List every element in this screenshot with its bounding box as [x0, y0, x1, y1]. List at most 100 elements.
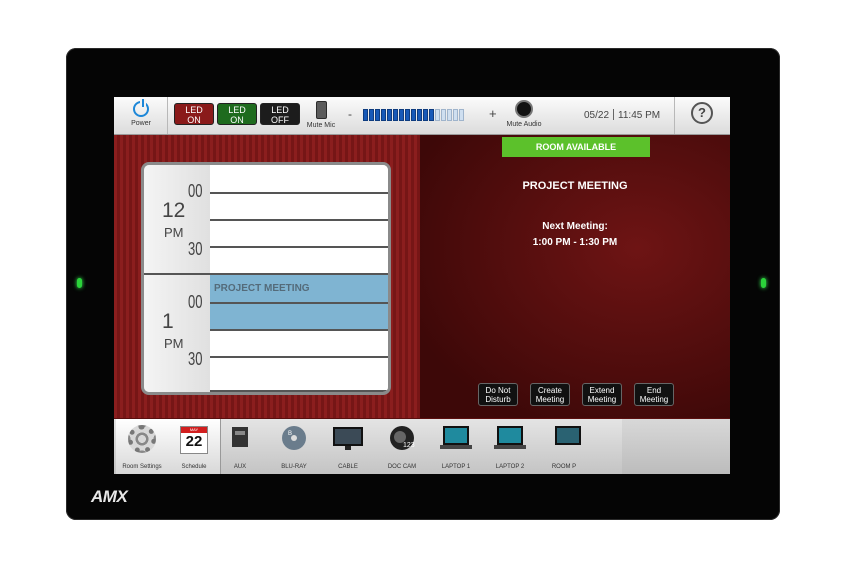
minute-label: 30 — [188, 238, 203, 259]
meeting-block-label: PROJECT MEETING — [214, 283, 310, 294]
help-button[interactable]: ? — [691, 102, 713, 124]
volume-segment — [411, 109, 416, 121]
meeting-block[interactable] — [210, 304, 388, 331]
mute-mic-button[interactable]: Mute Mic — [306, 99, 336, 129]
extend-meeting-button[interactable]: Extend Meeting — [582, 383, 622, 406]
volume-bar[interactable] — [363, 109, 464, 121]
volume-segment — [441, 109, 446, 121]
ampm-label: PM — [164, 225, 184, 240]
led-btn-line2: OFF — [271, 115, 289, 125]
volume-segment — [417, 109, 422, 121]
ampm-label: PM — [164, 336, 184, 351]
mute-audio-label: Mute Audio — [506, 121, 542, 128]
hour-label: 12 — [162, 199, 186, 222]
mute-audio-button[interactable]: Mute Audio — [504, 99, 544, 128]
time-text: 11:45 PM — [618, 110, 661, 121]
power-icon — [133, 99, 149, 117]
meeting-block[interactable]: PROJECT MEETING — [210, 275, 388, 304]
led-on-red-button[interactable]: LED ON — [174, 103, 214, 125]
action-line2: Disturb — [485, 395, 511, 404]
source-blu-ray[interactable]: B BLU-RAY — [268, 419, 320, 474]
volume-segment — [435, 109, 440, 121]
divider — [613, 109, 615, 120]
next-meeting-label: Next Meeting: — [542, 221, 608, 232]
monitor-icon — [555, 426, 581, 445]
minute-label: 30 — [188, 348, 203, 369]
create-meeting-button[interactable]: Create Meeting — [530, 383, 570, 406]
source-label: LAPTOP 1 — [441, 464, 471, 470]
status-led-left — [77, 278, 82, 288]
led-btn-line1: LED — [271, 105, 289, 115]
source-cable[interactable]: CABLE — [322, 419, 374, 474]
microphone-icon — [315, 101, 327, 119]
next-meeting-info: Next Meeting: 1:00 PM - 1:30 PM — [420, 219, 730, 251]
led-btn-line1: LED — [228, 105, 246, 115]
date-text: 05/22 — [584, 110, 610, 121]
source-aux[interactable]: AUX — [214, 419, 266, 474]
source-room-pc[interactable]: ROOM P — [538, 419, 590, 474]
led-btn-line2: ON — [230, 115, 244, 125]
mute-mic-label: Mute Mic — [306, 122, 336, 129]
calendar-day: 22 — [185, 433, 203, 450]
volume-segment — [459, 109, 464, 121]
time-slot[interactable] — [210, 358, 388, 392]
date-time: 05/22 11:45 PM — [584, 109, 660, 121]
volume-down-button[interactable]: - — [348, 107, 352, 121]
volume-segment — [447, 109, 452, 121]
source-doc-cam[interactable]: 123 DOC CAM — [376, 419, 428, 474]
gear-icon — [128, 425, 156, 453]
source-laptop-1[interactable]: LAPTOP 1 — [430, 419, 482, 474]
source-laptop-2[interactable]: LAPTOP 2 — [484, 419, 536, 474]
time-slot[interactable] — [210, 194, 388, 221]
action-line1: End — [646, 386, 662, 395]
minute-label: 00 — [188, 180, 203, 201]
do-not-disturb-button[interactable]: Do Not Disturb — [478, 383, 518, 406]
dock-overflow — [622, 419, 730, 474]
time-slot[interactable] — [210, 221, 388, 248]
time-slot[interactable] — [210, 165, 388, 194]
source-label: CABLE — [338, 464, 358, 470]
next-meeting-time: 1:00 PM - 1:30 PM — [532, 237, 618, 248]
hour-divider — [144, 273, 210, 275]
schedule-view[interactable]: 12 PM 00 30 1 PM 00 30 PROJECT MEETING — [141, 162, 391, 395]
svg-text:B: B — [288, 431, 292, 437]
led-off-button[interactable]: LED OFF — [260, 103, 300, 125]
room-settings-button[interactable]: Room Settings — [116, 419, 169, 474]
power-label: Power — [131, 120, 151, 127]
time-slot[interactable] — [210, 248, 388, 275]
schedule-label: Schedule — [181, 464, 207, 470]
action-line1: Extend — [589, 386, 615, 395]
source-label: DOC CAM — [387, 464, 417, 470]
volume-segment — [423, 109, 428, 121]
time-column: 12 PM 00 30 1 PM 00 30 — [144, 165, 210, 392]
status-led-right — [761, 278, 766, 288]
source-label: ROOM P — [551, 464, 577, 470]
tv-icon — [333, 427, 363, 450]
brand-logo: AMX — [91, 487, 128, 506]
volume-segment — [375, 109, 380, 121]
svg-text:123: 123 — [403, 442, 415, 449]
led-btn-line1: LED — [185, 105, 203, 115]
volume-segment — [399, 109, 404, 121]
source-list[interactable]: AUX B BLU-RAY CABLE 123 DOC CAM LAPTOP 1… — [222, 419, 622, 474]
volume-segment — [453, 109, 458, 121]
power-button[interactable]: Power — [118, 99, 164, 132]
bottom-dock: Room Settings MAY 22 Schedule AUX B BLU-… — [114, 419, 730, 474]
aux-icon — [232, 427, 248, 447]
action-line1: Do Not — [485, 386, 511, 395]
speaker-icon — [515, 100, 533, 118]
room-settings-label: Room Settings — [122, 464, 162, 470]
laptop-icon — [440, 426, 472, 449]
volume-up-button[interactable]: + — [489, 106, 497, 121]
action-line1: Create — [537, 386, 562, 395]
disc-icon: B — [282, 426, 306, 450]
end-meeting-button[interactable]: End Meeting — [634, 383, 674, 406]
led-on-green-button[interactable]: LED ON — [217, 103, 257, 125]
laptop-icon — [494, 426, 526, 449]
time-slot[interactable] — [210, 331, 388, 358]
source-label: LAPTOP 2 — [495, 464, 525, 470]
camera-icon: 123 — [390, 426, 415, 450]
action-line2: Meeting — [587, 395, 617, 404]
volume-segment — [405, 109, 410, 121]
volume-segment — [369, 109, 374, 121]
